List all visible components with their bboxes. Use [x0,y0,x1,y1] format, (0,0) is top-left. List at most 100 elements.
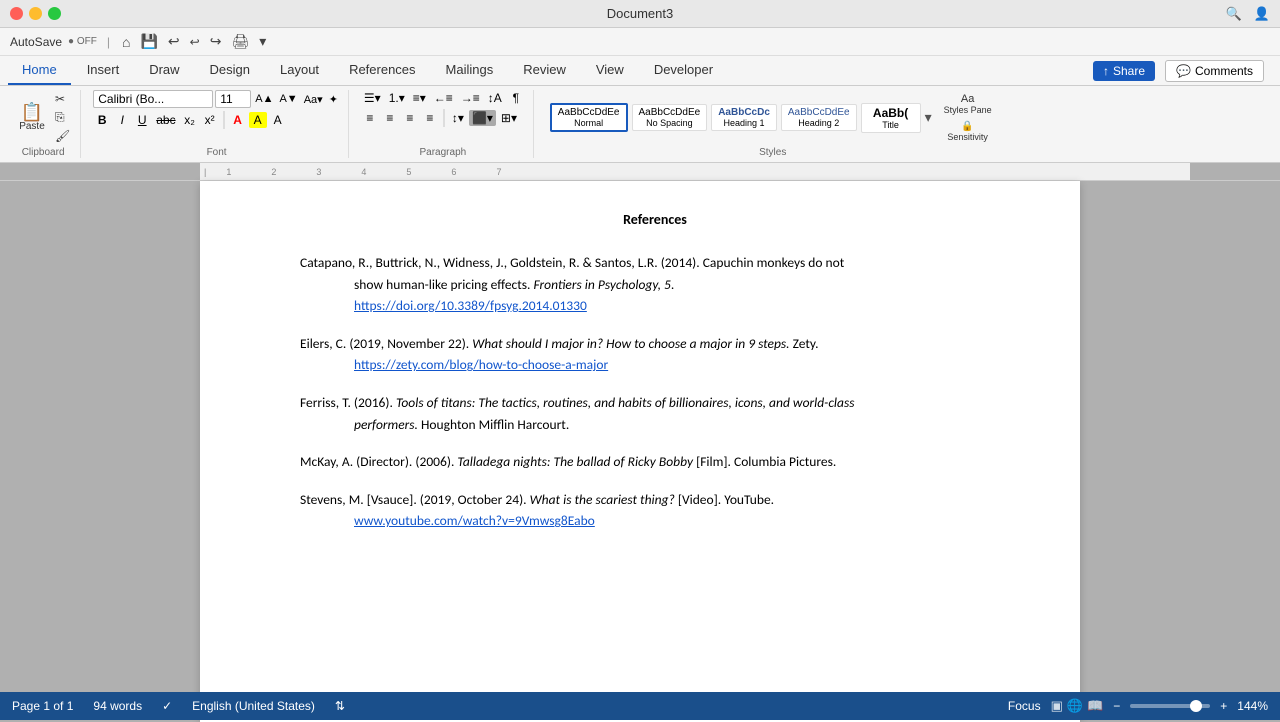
style-normal[interactable]: AaBbCcDdEe Normal [550,103,628,132]
more-icon[interactable]: ▾ [257,33,268,50]
ref2-link[interactable]: https://zety.com/blog/how-to-choose-a-ma… [300,354,1010,376]
tab-home[interactable]: Home [8,56,71,85]
reference-2: Eilers, C. (2019, November 22). What sho… [300,333,1010,376]
borders-button[interactable]: ⊞▾ [498,110,520,126]
align-left-button[interactable]: ≡ [361,110,379,126]
zoom-slider[interactable] [1130,704,1210,708]
title-bar-tools: 🔍 👤 [1226,6,1270,22]
tab-layout[interactable]: Layout [266,56,333,85]
undo2-icon[interactable]: ↩ [188,35,202,49]
ref5-text: Stevens, M. [Vsauce]. (2019, October 24)… [300,491,774,508]
font-shrink-button[interactable]: A▼ [277,93,299,105]
sensitivity-button[interactable]: 🔒 Sensitivity [940,119,996,144]
clipboard-group-label: Clipboard [22,147,65,158]
underline-button[interactable]: U [133,112,151,128]
save-icon[interactable]: 💾 [138,33,159,50]
zoom-thumb [1190,700,1202,712]
track-changes-icon[interactable]: ⇅ [335,699,345,713]
tab-insert[interactable]: Insert [73,56,134,85]
view-icons: ▣ 🌐 📖 [1051,698,1104,714]
shading-button[interactable]: ⬛▾ [469,110,496,126]
format-painter-button[interactable]: 🖌 [53,128,72,144]
tab-design[interactable]: Design [196,56,264,85]
increase-indent-button[interactable]: →≡ [458,90,483,106]
home-icon[interactable]: ⌂ [120,34,132,50]
ref3-text: Ferriss, T. (2016). Tools of titans: The… [300,394,854,411]
style-heading1[interactable]: AaBbCcDc Heading 1 [711,104,777,131]
styles-more-button[interactable]: ▾ [925,109,932,126]
text-effect-button[interactable]: A [269,112,287,128]
bold-button[interactable]: B [93,112,111,128]
ribbon-group-styles: AaBbCcDdEe Normal AaBbCcDdEe No Spacing … [538,90,1008,158]
zoom-level[interactable]: 144% [1237,699,1268,713]
justify-button[interactable]: ≡ [421,110,439,126]
decrease-indent-button[interactable]: ←≡ [431,90,456,106]
styles-pane-button[interactable]: Aa Styles Pane [940,91,996,117]
reference-3: Ferriss, T. (2016). Tools of titans: The… [300,392,1010,435]
style-title[interactable]: AaBb( Title [861,103,921,133]
style-no-spacing[interactable]: AaBbCcDdEe No Spacing [632,104,708,131]
document-area: References Catapano, R., Buttrick, N., W… [0,181,1280,722]
zoom-in-button[interactable]: + [1220,699,1227,713]
multilevel-list-button[interactable]: ≡▾ [410,90,429,106]
search-icon[interactable]: 🔍 [1226,6,1242,22]
minimize-button[interactable] [29,7,42,20]
strikethrough-button[interactable]: abc [153,112,178,128]
print-icon[interactable]: 🖨 [229,33,251,50]
ribbon-group-paragraph: ☰▾ 1.▾ ≡▾ ←≡ →≡ ↕A ¶ ≡ ≡ ≡ ≡ ↕▾ ⬛▾ ⊞▾ [353,90,534,158]
tab-review[interactable]: Review [509,56,580,85]
line-spacing-button[interactable]: ↕▾ [449,110,467,126]
align-center-button[interactable]: ≡ [381,110,399,126]
align-right-button[interactable]: ≡ [401,110,419,126]
bullets-button[interactable]: ☰▾ [361,90,384,106]
title-bar: Document3 🔍 👤 [0,0,1280,28]
close-button[interactable] [10,7,23,20]
maximize-button[interactable] [48,7,61,20]
tab-developer[interactable]: Developer [640,56,727,85]
font-name-selector[interactable]: Calibri (Bo... [93,90,213,108]
style-heading2[interactable]: AaBbCcDdEe Heading 2 [781,104,857,131]
comments-button[interactable]: 💬 Comments [1165,60,1264,82]
account-icon[interactable]: 👤 [1254,6,1270,22]
zoom-out-button[interactable]: − [1113,699,1120,713]
ribbon-group-clipboard: 📋 Paste ✂ ⎘ 🖌 Clipboard [6,90,81,158]
proofing-icon[interactable]: ✓ [162,699,172,713]
view-web-icon[interactable]: 🌐 [1067,698,1083,714]
share-icon: ↑ [1103,64,1109,78]
font-size-selector[interactable]: 11 [215,90,251,108]
cut-button[interactable]: ✂ [53,91,72,107]
tab-view[interactable]: View [582,56,638,85]
redo-icon[interactable]: ↪ [208,33,224,50]
word-count: 94 words [93,699,142,713]
view-read-icon[interactable]: 📖 [1087,698,1103,714]
reference-1: Catapano, R., Buttrick, N., Widness, J.,… [300,252,1010,317]
ref5-link[interactable]: www.youtube.com/watch?v=9Vmwsg8Eabo [300,510,1010,532]
share-button[interactable]: ↑ Share [1093,61,1155,81]
font-grow-button[interactable]: A▲ [253,93,275,105]
show-marks-button[interactable]: ¶ [507,90,525,106]
page: References Catapano, R., Buttrick, N., W… [200,181,1080,722]
view-print-icon[interactable]: ▣ [1051,698,1063,714]
sensitivity-icon: 🔒 [961,121,973,132]
ref1-italic: Frontiers in Psychology, 5 [534,276,671,293]
ref1-link[interactable]: https://doi.org/10.3389/fpsyg.2014.01330 [354,295,1010,317]
superscript-button[interactable]: x² [201,112,219,128]
clear-format-button[interactable]: ✦ [327,93,340,106]
highlight-button[interactable]: A [249,112,267,128]
tab-mailings[interactable]: Mailings [432,56,508,85]
change-case-button[interactable]: Aa▾ [302,93,325,106]
paste-button[interactable]: 📋 Paste [14,101,50,134]
tab-references[interactable]: References [335,56,429,85]
document-title: Document3 [607,6,673,21]
undo-icon[interactable]: ↩ [166,33,182,50]
copy-button[interactable]: ⎘ [53,109,72,126]
sort-button[interactable]: ↕A [485,90,505,106]
italic-button[interactable]: I [113,112,131,128]
language[interactable]: English (United States) [192,699,315,713]
focus-button[interactable]: Focus [1008,699,1041,713]
subscript-button[interactable]: x₂ [181,112,199,128]
numbering-button[interactable]: 1.▾ [386,90,408,106]
font-color-button[interactable]: A [229,112,247,128]
tab-draw[interactable]: Draw [135,56,193,85]
ribbon-content: 📋 Paste ✂ ⎘ 🖌 Clipboard Calibri (Bo... 1… [0,86,1280,162]
